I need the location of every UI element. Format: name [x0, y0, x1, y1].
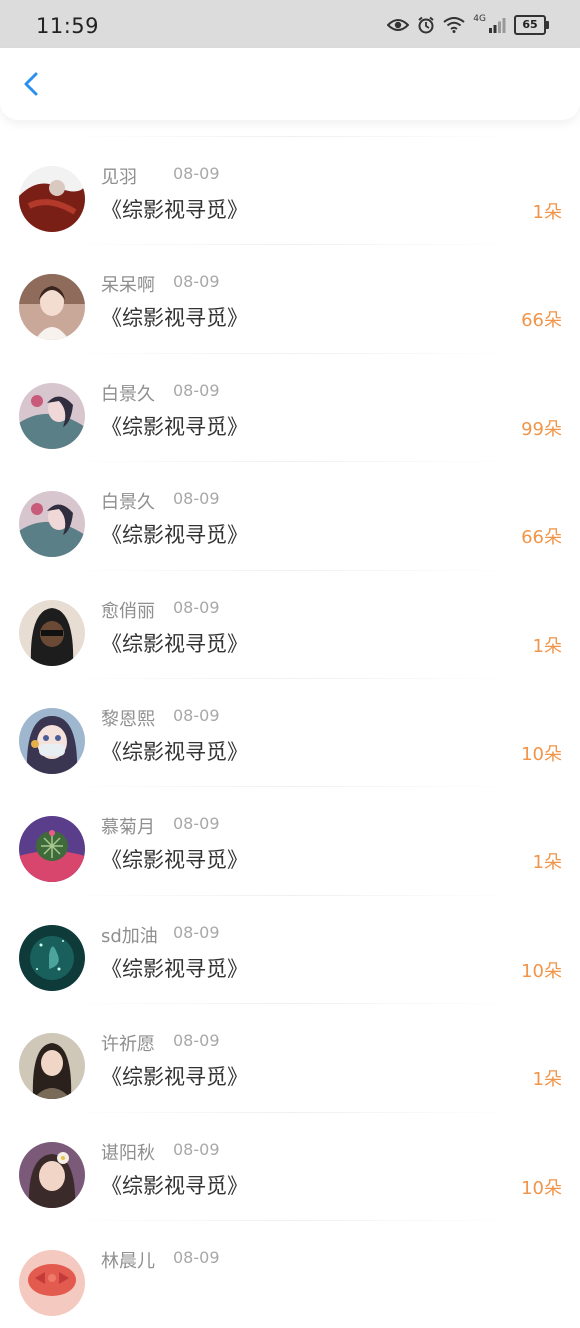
status-icons: 4G 65	[387, 14, 549, 36]
list-item[interactable]: 慕菊月 08-09 《综影视寻觅》 1朵	[0, 786, 580, 894]
user-name: 白景久	[101, 383, 155, 405]
book-title: 《综影视寻觅》	[101, 956, 248, 981]
divider	[60, 677, 520, 679]
divider	[60, 1219, 520, 1221]
book-title: 《综影视寻觅》	[101, 739, 248, 764]
avatar[interactable]	[19, 816, 85, 883]
user-name: 黎恩熙	[101, 708, 155, 730]
list-item[interactable]: 林晨儿 08-09	[0, 1219, 580, 1328]
alarm-icon	[418, 16, 434, 34]
flower-count: 1朵	[532, 1069, 562, 1091]
divider	[60, 352, 520, 354]
avatar[interactable]	[19, 274, 85, 341]
book-title: 《综影视寻觅》	[101, 631, 248, 656]
battery-icon: 65	[514, 15, 549, 35]
book-title: 《综影视寻觅》	[101, 1173, 248, 1198]
flower-count: 66朵	[521, 527, 562, 549]
gift-date: 08-09	[173, 922, 220, 942]
list-item[interactable]: sd加油 08-09 《综影视寻觅》 10朵	[0, 894, 580, 1003]
flower-count: 10朵	[521, 960, 562, 982]
avatar[interactable]	[19, 707, 85, 774]
wifi-icon	[443, 17, 465, 33]
user-name: 呆呆啊	[101, 275, 155, 297]
chevron-left-icon	[24, 72, 38, 96]
flower-count: 1朵	[532, 635, 562, 657]
list-item[interactable]: 见羽 08-09 《综影视寻觅》 1朵	[0, 136, 580, 244]
user-name: sd加油	[101, 925, 158, 947]
divider	[60, 894, 520, 896]
gift-date: 08-09	[173, 1031, 220, 1051]
signal-icon	[489, 18, 506, 33]
gift-list: 见羽 08-09 《综影视寻觅》 1朵 呆呆啊 08-09 《综影视寻觅》 66…	[0, 136, 580, 1328]
user-name: 林晨儿	[101, 1250, 155, 1272]
avatar[interactable]	[19, 166, 85, 232]
book-title: 《综影视寻觅》	[101, 306, 248, 331]
avatar[interactable]	[19, 1249, 85, 1316]
book-title: 《综影视寻觅》	[101, 848, 248, 873]
list-item[interactable]: 呆呆啊 08-09 《综影视寻觅》 66朵	[0, 244, 580, 352]
divider	[60, 244, 520, 246]
flower-count: 1朵	[532, 202, 562, 223]
list-item[interactable]: 白景久 08-09 《综影视寻觅》 66朵	[0, 461, 580, 569]
status-bar: 11:59 4G 65	[0, 0, 580, 48]
list-item[interactable]: 愈俏丽 08-09 《综影视寻觅》 1朵	[0, 569, 580, 678]
gift-date: 08-09	[173, 164, 220, 183]
nav-bar	[0, 48, 580, 120]
avatar[interactable]	[19, 382, 85, 449]
divider	[60, 1111, 520, 1113]
divider	[60, 786, 520, 788]
gift-date: 08-09	[173, 1139, 220, 1159]
avatar[interactable]	[19, 1033, 85, 1100]
book-title: 《综影视寻觅》	[101, 414, 248, 439]
book-title: 《综影视寻觅》	[101, 523, 248, 548]
flower-count: 66朵	[521, 310, 562, 332]
list-item[interactable]: 许祈愿 08-09 《综影视寻觅》 1朵	[0, 1003, 580, 1111]
user-name: 许祈愿	[101, 1034, 155, 1056]
gift-date: 08-09	[173, 705, 220, 725]
flower-count: 1朵	[532, 852, 562, 874]
user-name: 愈俏丽	[101, 600, 155, 622]
user-name: 谌阳秋	[101, 1142, 155, 1164]
gift-date: 08-09	[173, 1247, 220, 1267]
divider	[60, 461, 520, 463]
status-time: 11:59	[36, 14, 100, 38]
avatar[interactable]	[19, 599, 85, 666]
eye-icon	[387, 19, 410, 31]
divider	[60, 569, 520, 571]
network-label: 4G	[473, 14, 486, 24]
gift-date: 08-09	[173, 272, 220, 292]
book-title: 《综影视寻觅》	[101, 1065, 248, 1090]
back-button[interactable]	[16, 68, 48, 100]
list-item[interactable]: 白景久 08-09 《综影视寻觅》 99朵	[0, 352, 580, 461]
avatar[interactable]	[19, 491, 85, 558]
flower-count: 10朵	[521, 743, 562, 765]
user-name: 白景久	[101, 492, 155, 514]
gift-date: 08-09	[173, 489, 220, 509]
gift-date: 08-09	[173, 814, 220, 834]
list-item[interactable]: 黎恩熙 08-09 《综影视寻觅》 10朵	[0, 677, 580, 786]
gift-date: 08-09	[173, 380, 220, 400]
avatar[interactable]	[19, 1141, 85, 1208]
gift-date: 08-09	[173, 597, 220, 617]
flower-count: 99朵	[521, 418, 562, 440]
divider	[60, 1003, 520, 1005]
list-item[interactable]: 谌阳秋 08-09 《综影视寻觅》 10朵	[0, 1111, 580, 1220]
divider	[60, 136, 520, 137]
user-name: 见羽	[101, 167, 137, 188]
book-title: 《综影视寻觅》	[101, 198, 248, 222]
avatar[interactable]	[19, 924, 85, 991]
flower-count: 10朵	[521, 1177, 562, 1199]
user-name: 慕菊月	[101, 817, 155, 839]
